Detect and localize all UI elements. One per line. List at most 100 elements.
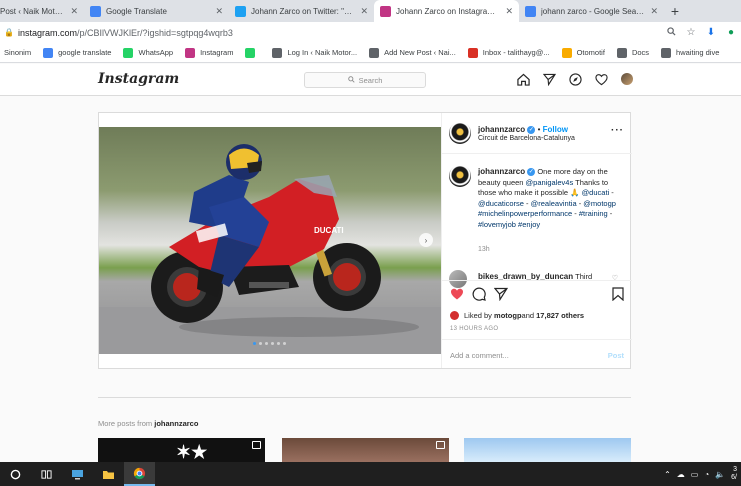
liked-by-and: and <box>521 311 535 320</box>
file-explorer-icon[interactable] <box>93 462 124 486</box>
caption-link[interactable]: @panigalev4s <box>526 178 574 187</box>
caption-link[interactable]: @motogp <box>583 199 616 208</box>
network-icon[interactable]: ◔ <box>704 470 709 479</box>
post-caption: johannzarco ✓ One more day on the beauty… <box>478 167 618 230</box>
caption-link[interactable]: #enjoy <box>518 220 540 229</box>
home-icon[interactable] <box>516 72 530 86</box>
tab-title: Johann Zarco on Twitter: "One <box>251 6 357 16</box>
close-tab-icon[interactable]: ✕ <box>505 6 513 17</box>
posted-timestamp[interactable]: 13 HOURS AGO <box>450 326 498 332</box>
bookmark-star-icon[interactable]: ☆ <box>681 27 701 38</box>
address-bar[interactable]: instagram.com/p/CBIlVWJKlEr/?igshid=sgtp… <box>18 28 661 38</box>
browser-tab[interactable]: Post ‹ Naik Motor | J ✕ <box>0 0 84 22</box>
bookmark-item[interactable]: Otomotif <box>561 47 605 58</box>
extension-icon[interactable]: ● <box>721 27 741 38</box>
caption-link[interactable]: #training <box>579 209 608 218</box>
carousel-dot <box>259 342 262 345</box>
new-tab-button[interactable]: + <box>664 0 686 22</box>
bookmark-label: hwaiting dive <box>676 48 720 57</box>
browser-tab[interactable]: Johann Zarco on Twitter: "One ✕ <box>229 0 374 22</box>
globe-icon <box>616 47 627 58</box>
tab-title: Post ‹ Naik Motor | J <box>0 6 67 16</box>
direct-message-icon[interactable] <box>542 72 556 86</box>
browser-tab[interactable]: Google Translate ✕ <box>84 0 229 22</box>
bookmark-item[interactable]: Sinonim <box>4 48 31 57</box>
browser-tab[interactable]: Johann Zarco on Instagram: "C ✕ <box>374 0 519 22</box>
author-username[interactable]: johannzarco <box>478 125 525 134</box>
bookmark-item[interactable]: hwaiting dive <box>661 47 720 58</box>
close-tab-icon[interactable]: ✕ <box>360 6 368 17</box>
comment-input[interactable]: Add a comment... <box>450 351 509 360</box>
bookmark-item[interactable]: google translate <box>43 47 111 58</box>
caption-link[interactable]: @ducati <box>582 188 610 197</box>
windows-taskbar: ⌃ ☁ ▭ ◔ 🔈 3 6/ <box>0 462 741 486</box>
bookmark-item[interactable]: Docs <box>616 47 649 58</box>
search-icon[interactable] <box>661 26 681 39</box>
post-location[interactable]: Circuit de Barcelona-Catalunya <box>478 135 575 142</box>
more-post-thumbnail[interactable] <box>464 438 631 462</box>
svg-text:✶★: ✶★ <box>176 442 208 462</box>
download-extension-icon[interactable]: ⬇ <box>701 27 721 38</box>
chrome-icon[interactable] <box>124 462 155 486</box>
volume-icon[interactable]: 🔈 <box>715 470 725 479</box>
url-path: /p/CBIlVWJKlEr/?igshid=sgtpqg4wqrb3 <box>77 27 233 38</box>
follow-button[interactable]: Follow <box>543 125 568 134</box>
system-clock[interactable]: 3 6/ <box>731 466 737 482</box>
tray-overflow-icon[interactable]: ⌃ <box>664 470 671 479</box>
bookmark-item[interactable]: Log In ‹ Naik Motor... <box>272 47 357 58</box>
lock-icon[interactable]: 🔒 <box>0 28 18 37</box>
multiple-images-icon <box>436 441 445 449</box>
comment-icon[interactable] <box>472 287 486 301</box>
browser-tab[interactable]: johann zarco - Google Search ✕ <box>519 0 664 22</box>
bookmark-item[interactable]: Add New Post ‹ Nai... <box>369 47 456 58</box>
profile-avatar[interactable] <box>620 72 634 86</box>
bookmark-item[interactable]: WhatsApp <box>123 47 173 58</box>
more-posts-username[interactable]: johannzarco <box>154 419 198 428</box>
carousel-next-button[interactable]: › <box>419 233 433 247</box>
comments-panel: johannzarco ✓ One more day on the beauty… <box>442 154 632 280</box>
cloud-icon[interactable]: ☁ <box>677 470 685 479</box>
more-options-icon[interactable]: ··· <box>611 125 624 136</box>
instagram-header: Instagram Search <box>0 64 741 96</box>
more-post-thumbnail[interactable] <box>282 438 449 462</box>
author-avatar[interactable] <box>449 122 471 144</box>
caption-author-avatar[interactable] <box>449 165 471 187</box>
liked-by-count[interactable]: 17,827 others <box>536 311 584 320</box>
caption-text: - <box>523 198 531 208</box>
cortana-search-icon[interactable] <box>0 462 31 486</box>
search-input[interactable]: Search <box>304 72 426 88</box>
save-bookmark-icon[interactable] <box>612 287 624 303</box>
task-view-icon[interactable] <box>31 462 62 486</box>
add-comment-bar: Add a comment... Post <box>442 339 632 369</box>
like-heart-icon[interactable] <box>450 287 464 301</box>
share-icon[interactable] <box>494 287 508 301</box>
instagram-icon <box>380 5 391 17</box>
bookmarks-bar: Sinonim google translate WhatsApp Instagram… <box>0 43 741 63</box>
caption-link[interactable]: @ducaticorse <box>478 199 524 208</box>
bookmark-item[interactable] <box>245 47 260 58</box>
post-card: DUCATI › johannzarco ✓ • Follow Circuit … <box>98 112 632 369</box>
liked-by-user[interactable]: motogp <box>494 311 522 320</box>
instagram-logo[interactable]: Instagram <box>98 71 179 87</box>
post-photo[interactable]: DUCATI <box>99 127 441 354</box>
explore-compass-icon[interactable] <box>568 72 582 86</box>
caption-link[interactable]: @realeavintia <box>531 199 577 208</box>
bookmark-item[interactable]: Inbox - talithayg@... <box>467 47 550 58</box>
liker-avatar <box>450 311 459 320</box>
verified-badge-icon: ✓ <box>527 168 536 177</box>
post-comment-button[interactable]: Post <box>608 351 624 360</box>
caption-username[interactable]: johannzarco <box>478 167 525 176</box>
multiple-images-icon <box>252 441 261 449</box>
battery-icon[interactable]: ▭ <box>691 470 699 479</box>
heart-activity-icon[interactable] <box>594 72 608 86</box>
close-tab-icon[interactable]: ✕ <box>650 6 658 17</box>
carousel-dot <box>253 342 256 345</box>
close-tab-icon[interactable]: ✕ <box>215 6 223 17</box>
globe-icon <box>272 47 283 58</box>
caption-link[interactable]: #michelinpowerperformance <box>478 209 572 218</box>
this-pc-icon[interactable] <box>62 462 93 486</box>
close-tab-icon[interactable]: ✕ <box>70 6 78 17</box>
caption-link[interactable]: #lovemyjob <box>478 220 516 229</box>
more-post-thumbnail[interactable]: ✶★ <box>98 438 265 462</box>
bookmark-item[interactable]: Instagram <box>185 47 233 58</box>
